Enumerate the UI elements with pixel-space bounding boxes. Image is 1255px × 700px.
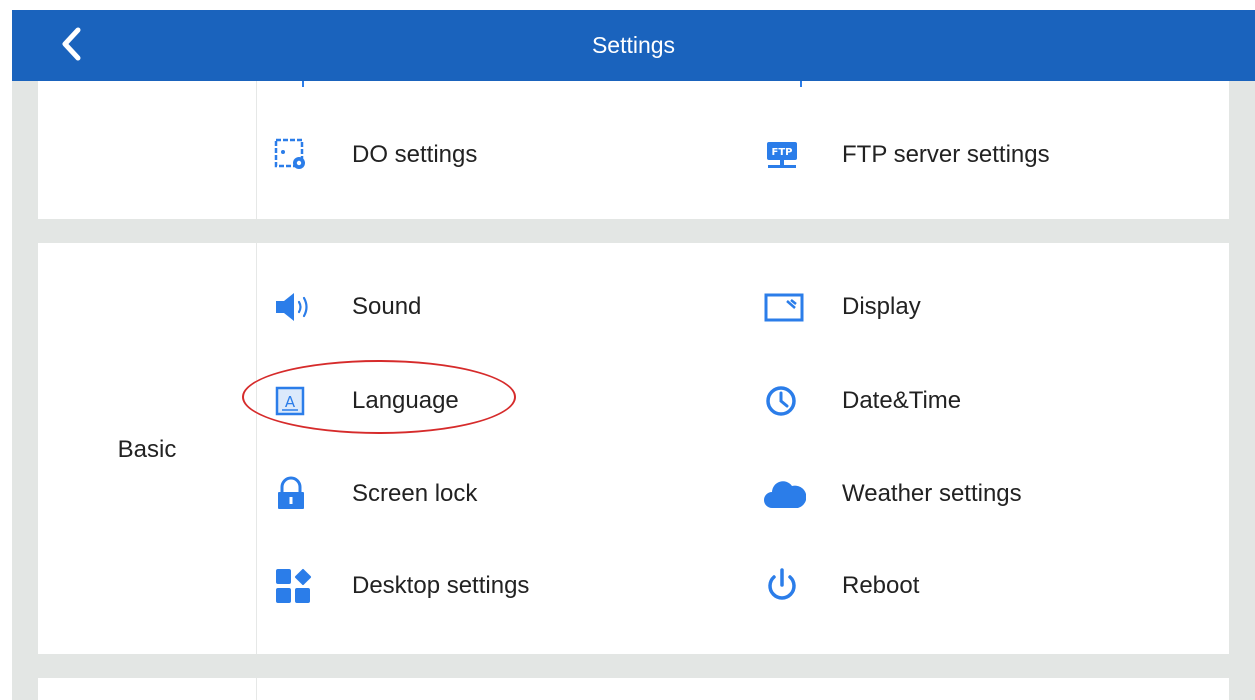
settings-item-weather-settings[interactable]: Weather settings xyxy=(764,469,1022,519)
svg-text:A: A xyxy=(285,393,296,411)
settings-item-desktop-settings[interactable]: Desktop settings xyxy=(274,561,529,611)
settings-item-label: Reboot xyxy=(842,572,920,599)
svg-text:FTP: FTP xyxy=(772,147,793,158)
settings-item-display[interactable]: Display xyxy=(764,282,921,332)
settings-item-label: Screen lock xyxy=(352,480,478,507)
settings-item-date-time[interactable]: Date&Time xyxy=(764,376,961,426)
settings-item-label: Sound xyxy=(352,293,422,320)
lock-icon xyxy=(274,474,322,514)
settings-section-basic: Basic Sound Display A Language Date&Time… xyxy=(38,243,1229,654)
settings-item-label: DO settings xyxy=(352,141,478,168)
speaker-icon xyxy=(274,287,322,327)
ftp-server-icon: FTP xyxy=(764,135,812,175)
settings-item-sound[interactable]: Sound xyxy=(274,282,421,332)
scroll-tick-right xyxy=(800,81,802,87)
cloud-icon xyxy=(764,474,812,514)
settings-item-label: FTP server settings xyxy=(842,141,1050,168)
power-icon xyxy=(764,566,812,606)
section-divider xyxy=(256,678,257,700)
settings-section-bottom xyxy=(38,678,1229,700)
clock-icon xyxy=(764,381,812,421)
settings-item-ftp-server-settings[interactable]: FTP FTP server settings xyxy=(764,130,1050,180)
settings-item-reboot[interactable]: Reboot xyxy=(764,561,919,611)
settings-item-screen-lock[interactable]: Screen lock xyxy=(274,469,477,519)
section-label-basic: Basic xyxy=(117,436,177,463)
display-icon xyxy=(764,287,812,327)
top-app-bar: Settings xyxy=(12,10,1255,81)
settings-item-do-settings[interactable]: DO settings xyxy=(274,130,477,180)
scroll-tick-left xyxy=(302,81,304,87)
settings-section-top: DO settings FTP FTP server settings xyxy=(38,81,1229,219)
settings-item-language[interactable]: A Language xyxy=(274,376,459,426)
section-divider xyxy=(256,81,257,219)
settings-item-label: Weather settings xyxy=(842,480,1022,507)
language-icon: A xyxy=(274,381,322,421)
settings-item-label: Date&Time xyxy=(842,387,962,414)
settings-screen: Settings DO settings FTP FTP server sett… xyxy=(12,10,1255,700)
do-settings-icon xyxy=(274,135,322,175)
settings-item-label: Desktop settings xyxy=(352,572,530,599)
settings-item-label: Language xyxy=(352,387,459,414)
apps-grid-icon xyxy=(274,566,322,606)
settings-item-label: Display xyxy=(842,293,921,320)
page-title: Settings xyxy=(591,32,676,58)
section-divider xyxy=(256,243,257,654)
